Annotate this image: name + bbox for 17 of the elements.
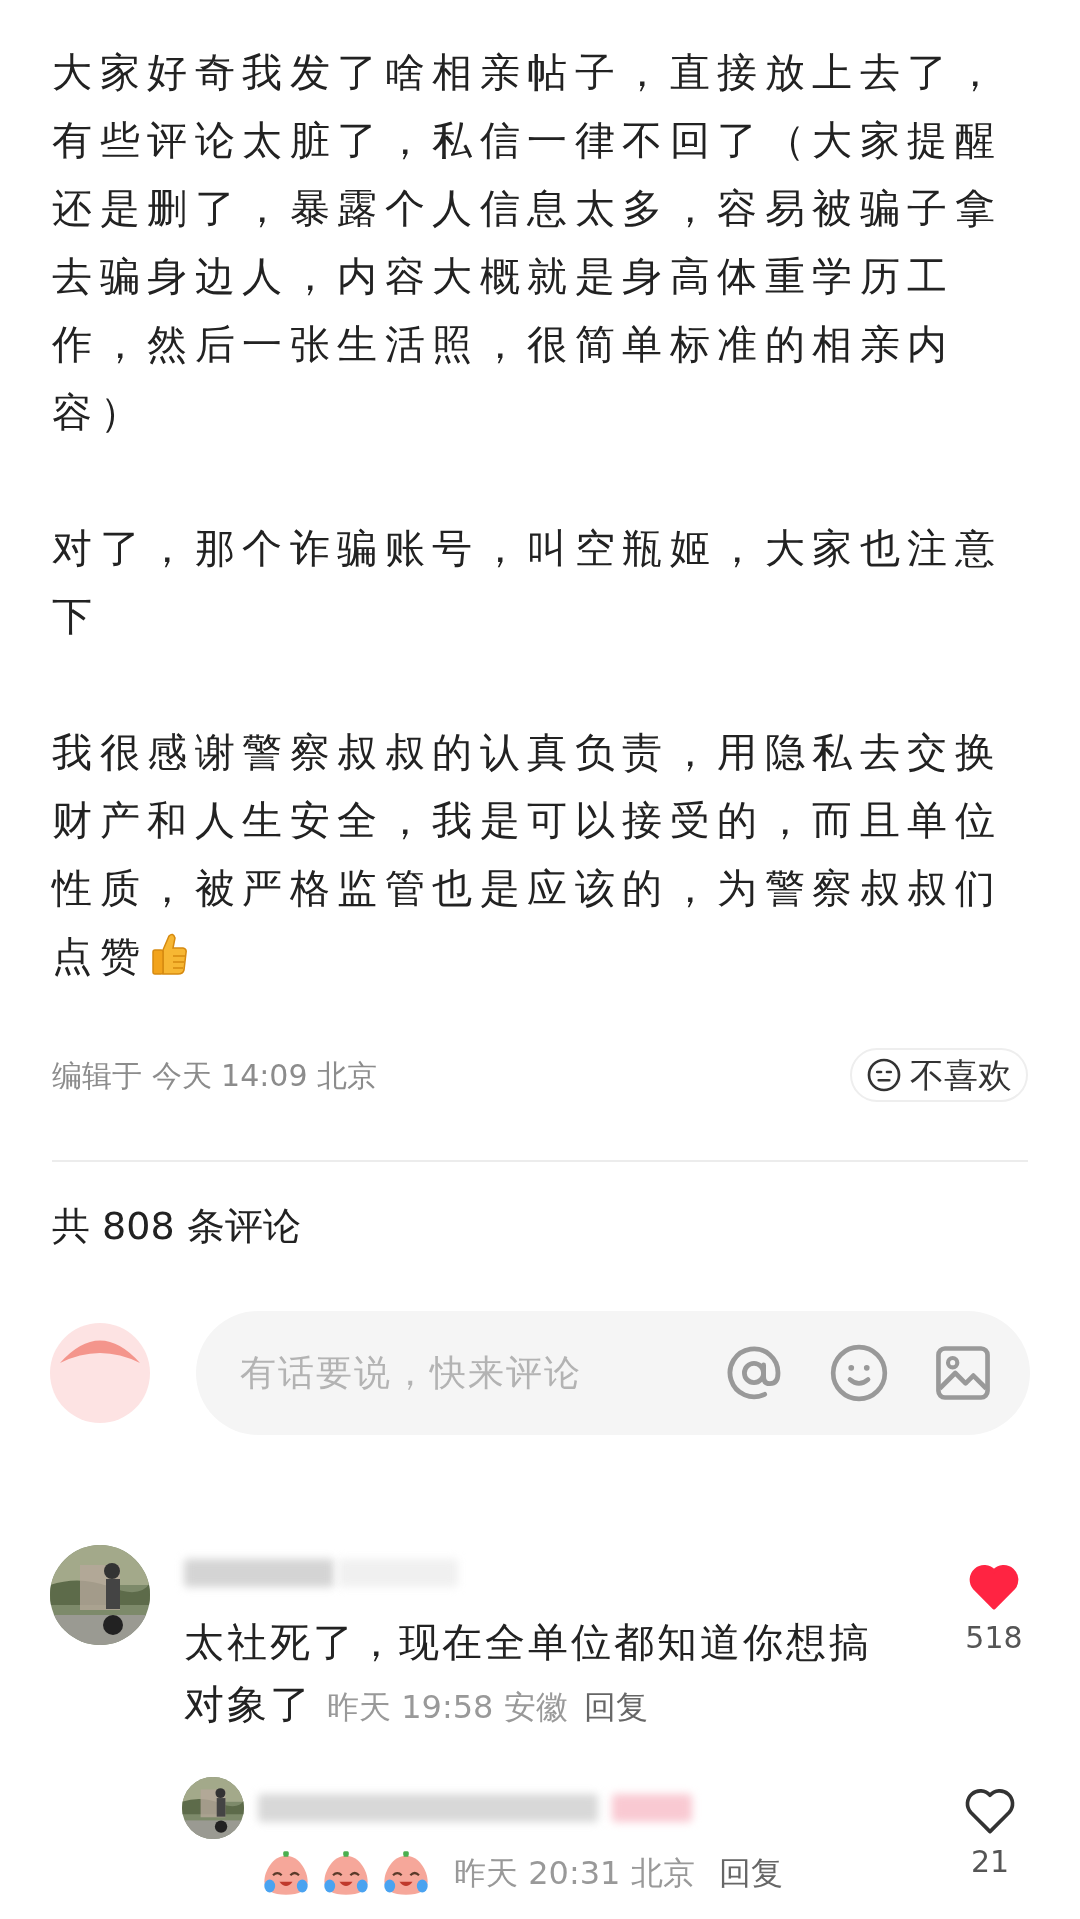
- like-count: 21: [970, 1843, 1010, 1881]
- comment-count: 共 808 条评论: [52, 1204, 301, 1248]
- neutral-face-icon: [866, 1057, 902, 1093]
- comment-text: 对象了: [184, 1680, 313, 1729]
- post-paragraph: 对了，那个诈骗账号，叫空瓶姬，大家也注意下: [52, 524, 1003, 641]
- like-count: 518: [965, 1619, 1023, 1657]
- emoji-icon[interactable]: [828, 1342, 890, 1404]
- post-paragraph: 我很感谢警察叔叔的认真负责，用隐私去交换财产和人生安全，我是可以接受的，而且单位性质，被严格监管也是应该的，为警察叔叔们点赞: [52, 728, 1003, 981]
- edited-time: 编辑于 今天 14:09 北京: [52, 1056, 378, 1095]
- reply-link[interactable]: 回复: [583, 1683, 648, 1731]
- reply-link[interactable]: 回复: [718, 1849, 783, 1897]
- post-paragraph: 大家好奇我发了啥相亲帖子，直接放上去了，有些评论太脏了，私信一律不回了（大家提醒还是删了，暴露个人信息太多，容易被骗子拿去骗身边人，内容大概就是身高体重学历工作，然后一张生活照，很简单标准的相亲内容）: [52, 48, 1003, 437]
- comment-text: 太社死了，现在全单位都知道你想搞: [184, 1618, 872, 1667]
- dislike-button[interactable]: 不喜欢: [850, 1048, 1028, 1102]
- comment-placeholder: 有话要说，快来评论: [240, 1351, 583, 1395]
- reply-meta: 昨天 20:31 北京: [454, 1853, 695, 1894]
- comment-meta: 昨天 19:58 安徽: [327, 1687, 568, 1728]
